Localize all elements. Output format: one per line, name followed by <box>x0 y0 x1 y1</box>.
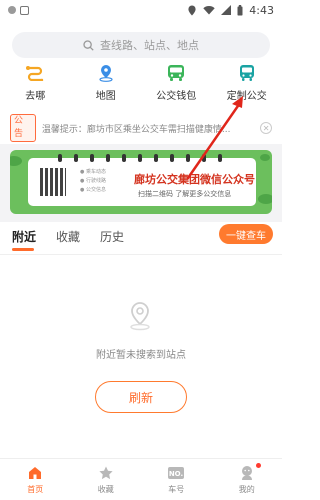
bus-number-icon: NO. <box>167 465 185 481</box>
notice-tag: 公告 <box>10 114 36 142</box>
notification-dot-icon <box>8 6 16 14</box>
banner-title: 廊坊公交集团微信公众号 <box>134 173 255 186</box>
quick-action-go[interactable]: 去哪 <box>0 64 71 104</box>
nav-home-label: 首页 <box>27 484 44 494</box>
divider <box>0 254 282 255</box>
nav-favorites-label: 收藏 <box>97 484 114 494</box>
search-icon <box>83 39 94 51</box>
bottom-nav: 首页 收藏 NO. 车号 我的 <box>0 458 282 500</box>
signal-icon <box>221 5 232 15</box>
star-icon <box>97 465 115 481</box>
binder-ring-icon <box>218 154 222 162</box>
wechat-banner[interactable]: ● 乘车动态 ● 行驶线路 ● 公交信息 廊坊公交集团微信公众号 扫描二维码 了… <box>10 150 272 214</box>
binder-ring-icon <box>138 154 142 162</box>
banner-bullet: ● 公交信息 <box>80 187 106 193</box>
status-icons-left <box>8 5 29 15</box>
refresh-button[interactable]: 刷新 <box>95 381 187 413</box>
custom-bus-icon <box>236 64 258 82</box>
tab-favorites[interactable]: 收藏 <box>56 228 80 245</box>
quick-action-map-label: 地图 <box>95 91 116 102</box>
banner-bullet: ● 行驶线路 <box>80 178 106 184</box>
binder-ring-icon <box>90 154 94 162</box>
tab-history[interactable]: 历史 <box>100 228 124 245</box>
notice-text: 温馨提示：廊坊市区乘坐公交车需扫描健康情... <box>41 124 231 135</box>
nav-profile[interactable]: 我的 <box>212 459 283 500</box>
quick-action-map[interactable]: 地图 <box>71 64 142 104</box>
nav-bus-number-label: 车号 <box>168 484 185 494</box>
svg-text:NO.: NO. <box>169 470 183 478</box>
binder-ring-icon <box>170 154 174 162</box>
nav-home[interactable]: 首页 <box>0 459 71 500</box>
search-input[interactable]: 查线路、站点、地点 <box>12 32 270 58</box>
status-bar: 4:43 <box>0 0 282 20</box>
binder-ring-icon <box>106 154 110 162</box>
leaf-decoration-icon <box>10 156 22 166</box>
notice-bar[interactable]: 公告 温馨提示：廊坊市区乘坐公交车需扫描健康情... ✕ <box>10 114 273 142</box>
profile-icon <box>238 465 256 481</box>
binder-ring-icon <box>202 154 206 162</box>
status-time: 4:43 <box>249 3 274 17</box>
binder-ring-icon <box>186 154 190 162</box>
map-pin-icon <box>95 64 117 82</box>
one-key-check-bus-button[interactable]: 一键查车 <box>219 224 273 244</box>
nav-bus-number[interactable]: NO. 车号 <box>141 459 212 500</box>
quick-action-go-label: 去哪 <box>25 91 46 102</box>
binder-ring-icon <box>74 154 78 162</box>
notification-badge <box>255 463 261 468</box>
close-icon[interactable]: ✕ <box>260 122 273 134</box>
binder-ring-icon <box>154 154 158 162</box>
banner-bullets: ● 乘车动态 ● 行驶线路 ● 公交信息 <box>80 168 106 195</box>
quick-action-bus-wallet-label: 公交钱包 <box>156 91 197 102</box>
wifi-icon <box>203 6 215 15</box>
route-icon <box>24 64 46 82</box>
home-icon <box>26 465 44 481</box>
leaf-decoration-icon <box>260 154 270 161</box>
nav-favorites[interactable]: 收藏 <box>71 459 142 500</box>
qr-code-icon <box>40 168 66 196</box>
status-icons-right: 4:43 <box>187 4 274 17</box>
binder-ring-icon <box>122 154 126 162</box>
quick-action-custom-bus-label: 定制公交 <box>226 91 267 102</box>
active-tab-indicator <box>12 248 34 251</box>
search-placeholder: 查线路、站点、地点 <box>100 39 199 52</box>
binder-ring-icon <box>58 154 62 162</box>
location-pin-icon <box>130 302 150 331</box>
empty-state-message: 附近暂未搜索到站点 <box>96 350 186 361</box>
banner-subtitle: 扫描二维码 了解更多公交信息 <box>138 190 232 198</box>
bus-wallet-icon <box>165 64 187 82</box>
tab-nearby[interactable]: 附近 <box>12 228 36 245</box>
location-icon <box>188 5 196 15</box>
quick-actions: 去哪 地图 公交钱包 定制公交 <box>0 64 282 104</box>
battery-icon <box>237 4 243 15</box>
quick-action-bus-wallet[interactable]: 公交钱包 <box>141 64 212 104</box>
notification-square-icon <box>20 5 29 15</box>
leaf-decoration-icon <box>258 194 272 204</box>
nav-profile-label: 我的 <box>238 484 255 494</box>
banner-card: ● 乘车动态 ● 行驶线路 ● 公交信息 廊坊公交集团微信公众号 扫描二维码 了… <box>28 154 256 206</box>
quick-action-custom-bus[interactable]: 定制公交 <box>212 64 283 104</box>
banner-bullet: ● 乘车动态 <box>80 169 106 175</box>
